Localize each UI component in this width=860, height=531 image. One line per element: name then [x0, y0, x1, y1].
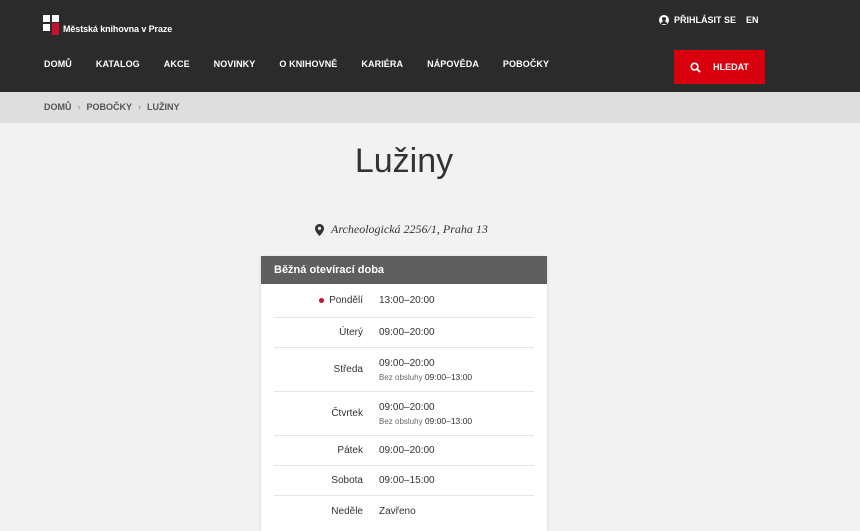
location-pin-icon [315, 223, 324, 236]
hours-day: Pondělí [274, 295, 363, 306]
hours-row: Středa 09:00–20:00 Bez obsluhy 09:00–13:00 [274, 348, 534, 392]
hours-time: 09:00–20:00 [379, 357, 435, 369]
search-icon [690, 61, 701, 73]
hours-times: 09:00–20:00 [363, 445, 435, 456]
address-text: Archeologická 2256/1, Praha 13 [331, 222, 488, 236]
login-link[interactable]: PŘIHLÁSIT SE [659, 15, 736, 25]
hours-times: 09:00–15:00 [363, 475, 435, 486]
hours-times: 09:00–20:00 Bez obsluhy 09:00–13:00 [363, 358, 472, 382]
language-switch[interactable]: EN [746, 15, 759, 25]
nav-item-akce[interactable]: AKCE [164, 59, 190, 69]
hours-day: Úterý [274, 327, 363, 338]
nav-item-novinky[interactable]: NOVINKY [214, 59, 256, 69]
unstaffed-label: Bez obsluhy [379, 372, 423, 382]
hours-day: Sobota [274, 475, 363, 486]
hours-day-label: Pondělí [329, 295, 363, 306]
hours-time: Zavřeno [379, 505, 416, 517]
unstaffed-label: Bez obsluhy [379, 416, 423, 426]
nav-item-katalog[interactable]: KATALOG [96, 59, 140, 69]
hours-day: Neděle [274, 506, 363, 517]
search-button[interactable]: HLEDAT [674, 50, 765, 84]
hours-times: 09:00–20:00 [363, 327, 435, 338]
hours-time: 09:00–15:00 [379, 475, 435, 486]
login-label: PŘIHLÁSIT SE [674, 15, 737, 25]
hours-day-label: Čtvrtek [331, 408, 363, 419]
unstaffed-time: 09:00–13:00 [424, 415, 473, 426]
breadcrumb-branches[interactable]: POBOČKY [87, 102, 133, 112]
main-nav: DOMŮ KATALOG AKCE NOVINKY O KNIHOVNĚ KAR… [44, 59, 573, 69]
hours-day: Pátek [274, 445, 363, 456]
hours-row: Úterý 09:00–20:00 [274, 318, 534, 348]
nav-item-kariera[interactable]: KARIÉRA [361, 59, 403, 69]
hours-times: 13:00–20:00 [363, 295, 435, 306]
opening-hours-card: Běžná otevírací doba Pondělí 13:00–20:00 Ú… [261, 256, 547, 531]
unstaffed-note: Bez obsluhy 09:00–13:00 [379, 372, 472, 382]
hours-time: 13:00–20:00 [379, 295, 435, 306]
hours-day-label: Sobota [331, 475, 363, 486]
user-icon [659, 15, 669, 25]
hours-time: 09:00–20:00 [379, 327, 435, 338]
unstaffed-time: 09:00–13:00 [424, 371, 473, 382]
breadcrumb-current: LUŽINY [147, 102, 180, 112]
hours-day-label: Pátek [337, 445, 363, 456]
breadcrumb: DOMŮ › POBOČKY › LUŽINY [44, 102, 180, 112]
hours-day: Středa [274, 364, 363, 375]
hours-row: Čtvrtek 09:00–20:00 Bez obsluhy 09:00–13:0… [274, 392, 534, 436]
site-header: Městská knihovna v Praze PŘIHLÁSIT SE EN… [0, 0, 860, 92]
today-indicator-icon [319, 298, 325, 303]
hours-row: Pátek 09:00–20:00 [274, 436, 534, 466]
hours-row: Neděle Zavřeno [274, 496, 534, 526]
chevron-right-icon: › [138, 102, 142, 112]
hours-row: Sobota 09:00–15:00 [274, 466, 534, 496]
nav-item-o-knihovne[interactable]: O KNIHOVNĚ [279, 59, 337, 69]
logo-text: Městská knihovna v Praze [63, 24, 173, 34]
nav-item-domu[interactable]: DOMŮ [44, 59, 72, 69]
hours-day-label: Neděle [331, 505, 363, 517]
unstaffed-note: Bez obsluhy 09:00–13:00 [379, 416, 472, 426]
library-logo[interactable]: Městská knihovna v Praze [43, 15, 172, 35]
breadcrumb-bar: DOMŮ › POBOČKY › LUŽINY [0, 92, 860, 123]
hours-day: Čtvrtek [274, 408, 363, 419]
page-title: Lužiny [354, 142, 454, 180]
hours-row: Pondělí 13:00–20:00 [274, 284, 534, 318]
nav-item-pobocky[interactable]: POBOČKY [503, 59, 549, 69]
hours-day-label: Úterý [339, 327, 363, 338]
hours-time: 09:00–20:00 [379, 401, 435, 413]
chevron-right-icon: › [77, 102, 81, 112]
opening-hours-list: Pondělí 13:00–20:00 Úterý 09:00–20:00 Středa… [261, 284, 547, 526]
hours-times: 09:00–20:00 Bez obsluhy 09:00–13:00 [363, 402, 472, 426]
nav-item-napoveda[interactable]: NÁPOVĚDA [427, 59, 479, 69]
branch-address: Archeologická 2256/1, Praha 13 [315, 222, 488, 237]
search-label: HLEDAT [713, 62, 749, 72]
hours-times: Zavřeno [363, 506, 416, 517]
breadcrumb-home[interactable]: DOMŮ [44, 102, 72, 112]
hours-time: 09:00–20:00 [379, 445, 435, 456]
hours-day-label: Středa [333, 364, 363, 375]
opening-hours-header: Běžná otevírací doba [261, 256, 547, 284]
logo-mark-icon [43, 15, 59, 35]
